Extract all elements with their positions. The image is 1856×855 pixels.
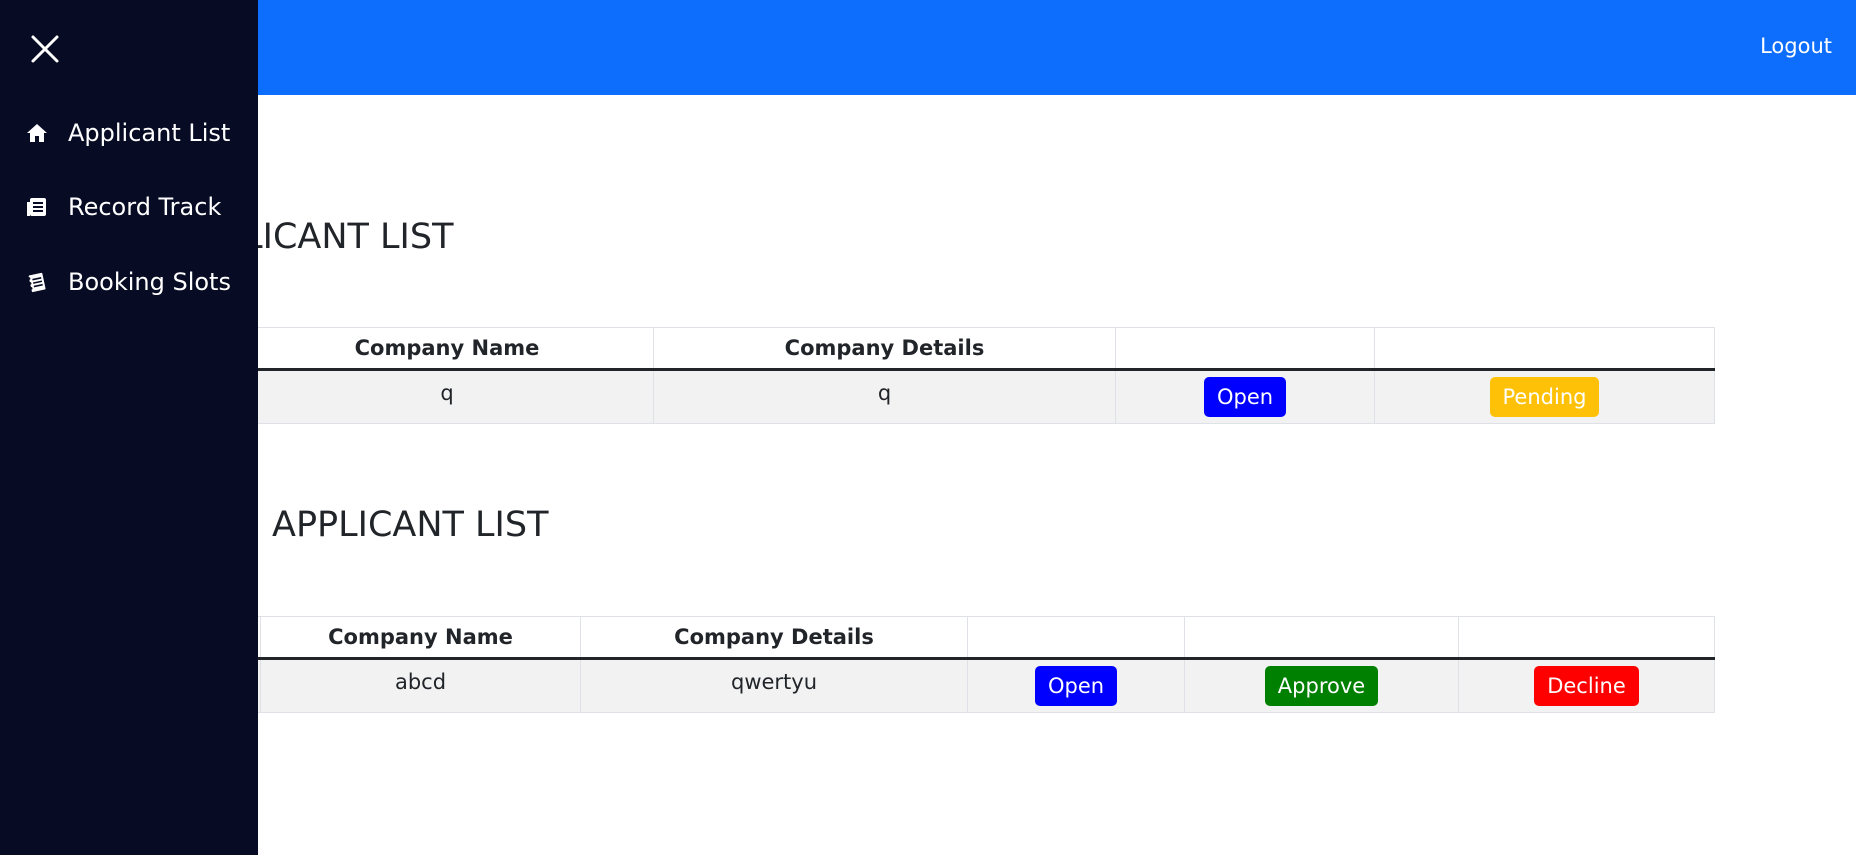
company-name-cell: abcd: [260, 658, 581, 713]
company-details-cell: qwertyu: [580, 658, 968, 713]
column-header: [1184, 616, 1459, 660]
status-cell: Pending: [1374, 369, 1715, 424]
top-navbar: Logout: [0, 0, 1856, 95]
column-header-company-details: Company Details: [580, 616, 968, 660]
sidebar: Applicant List Record Track Booking Slot…: [0, 0, 258, 855]
column-header: [1115, 327, 1375, 371]
approve-cell: Approve: [1184, 658, 1459, 713]
close-icon[interactable]: [28, 32, 62, 66]
sidebar-item-record-track[interactable]: Record Track: [0, 181, 258, 233]
decline-button[interactable]: Decline: [1534, 665, 1639, 707]
column-header: [967, 616, 1185, 660]
approve-button[interactable]: Approve: [1264, 665, 1379, 707]
open-cell: Open: [967, 658, 1185, 713]
column-header-company-name: Company Name: [260, 616, 581, 660]
open-button[interactable]: Open: [1034, 665, 1118, 707]
column-header-company-name: Company Name: [240, 327, 654, 371]
applicant-table-2: Company Name Company Details abcd qwerty…: [120, 616, 1715, 713]
table-row: q q Open Pending: [100, 369, 1715, 424]
sidebar-item-booking-slots[interactable]: Booking Slots: [0, 256, 258, 308]
table-header-row: Company Name Company Details: [100, 327, 1715, 371]
open-cell: Open: [1115, 369, 1375, 424]
company-details-cell: q: [653, 369, 1116, 424]
sidebar-item-label: Record Track: [68, 193, 222, 221]
column-header-company-details: Company Details: [653, 327, 1116, 371]
sidebar-item-label: Booking Slots: [68, 268, 231, 296]
notebook-icon: [24, 270, 50, 294]
column-header: [1458, 616, 1715, 660]
decline-cell: Decline: [1458, 658, 1715, 713]
sidebar-item-applicant-list[interactable]: Applicant List: [0, 107, 258, 159]
document-list-icon: [24, 195, 50, 219]
applicant-table: Company Name Company Details q q Open Pe…: [100, 327, 1715, 424]
table-header-row: Company Name Company Details: [120, 616, 1715, 660]
home-icon: [24, 121, 50, 145]
sidebar-item-label: Applicant List: [68, 119, 231, 147]
main-content: APPLICANT LIST Company Name Company Deta…: [0, 95, 1856, 855]
logout-link[interactable]: Logout: [1760, 34, 1832, 58]
open-button[interactable]: Open: [1203, 376, 1287, 418]
column-header: [1374, 327, 1715, 371]
applicant-list-title-2: APPLICANT LIST: [272, 505, 549, 545]
pending-button[interactable]: Pending: [1489, 376, 1600, 418]
table-row: abcd qwertyu Open Approve Decline: [120, 658, 1715, 713]
company-name-cell: q: [240, 369, 654, 424]
